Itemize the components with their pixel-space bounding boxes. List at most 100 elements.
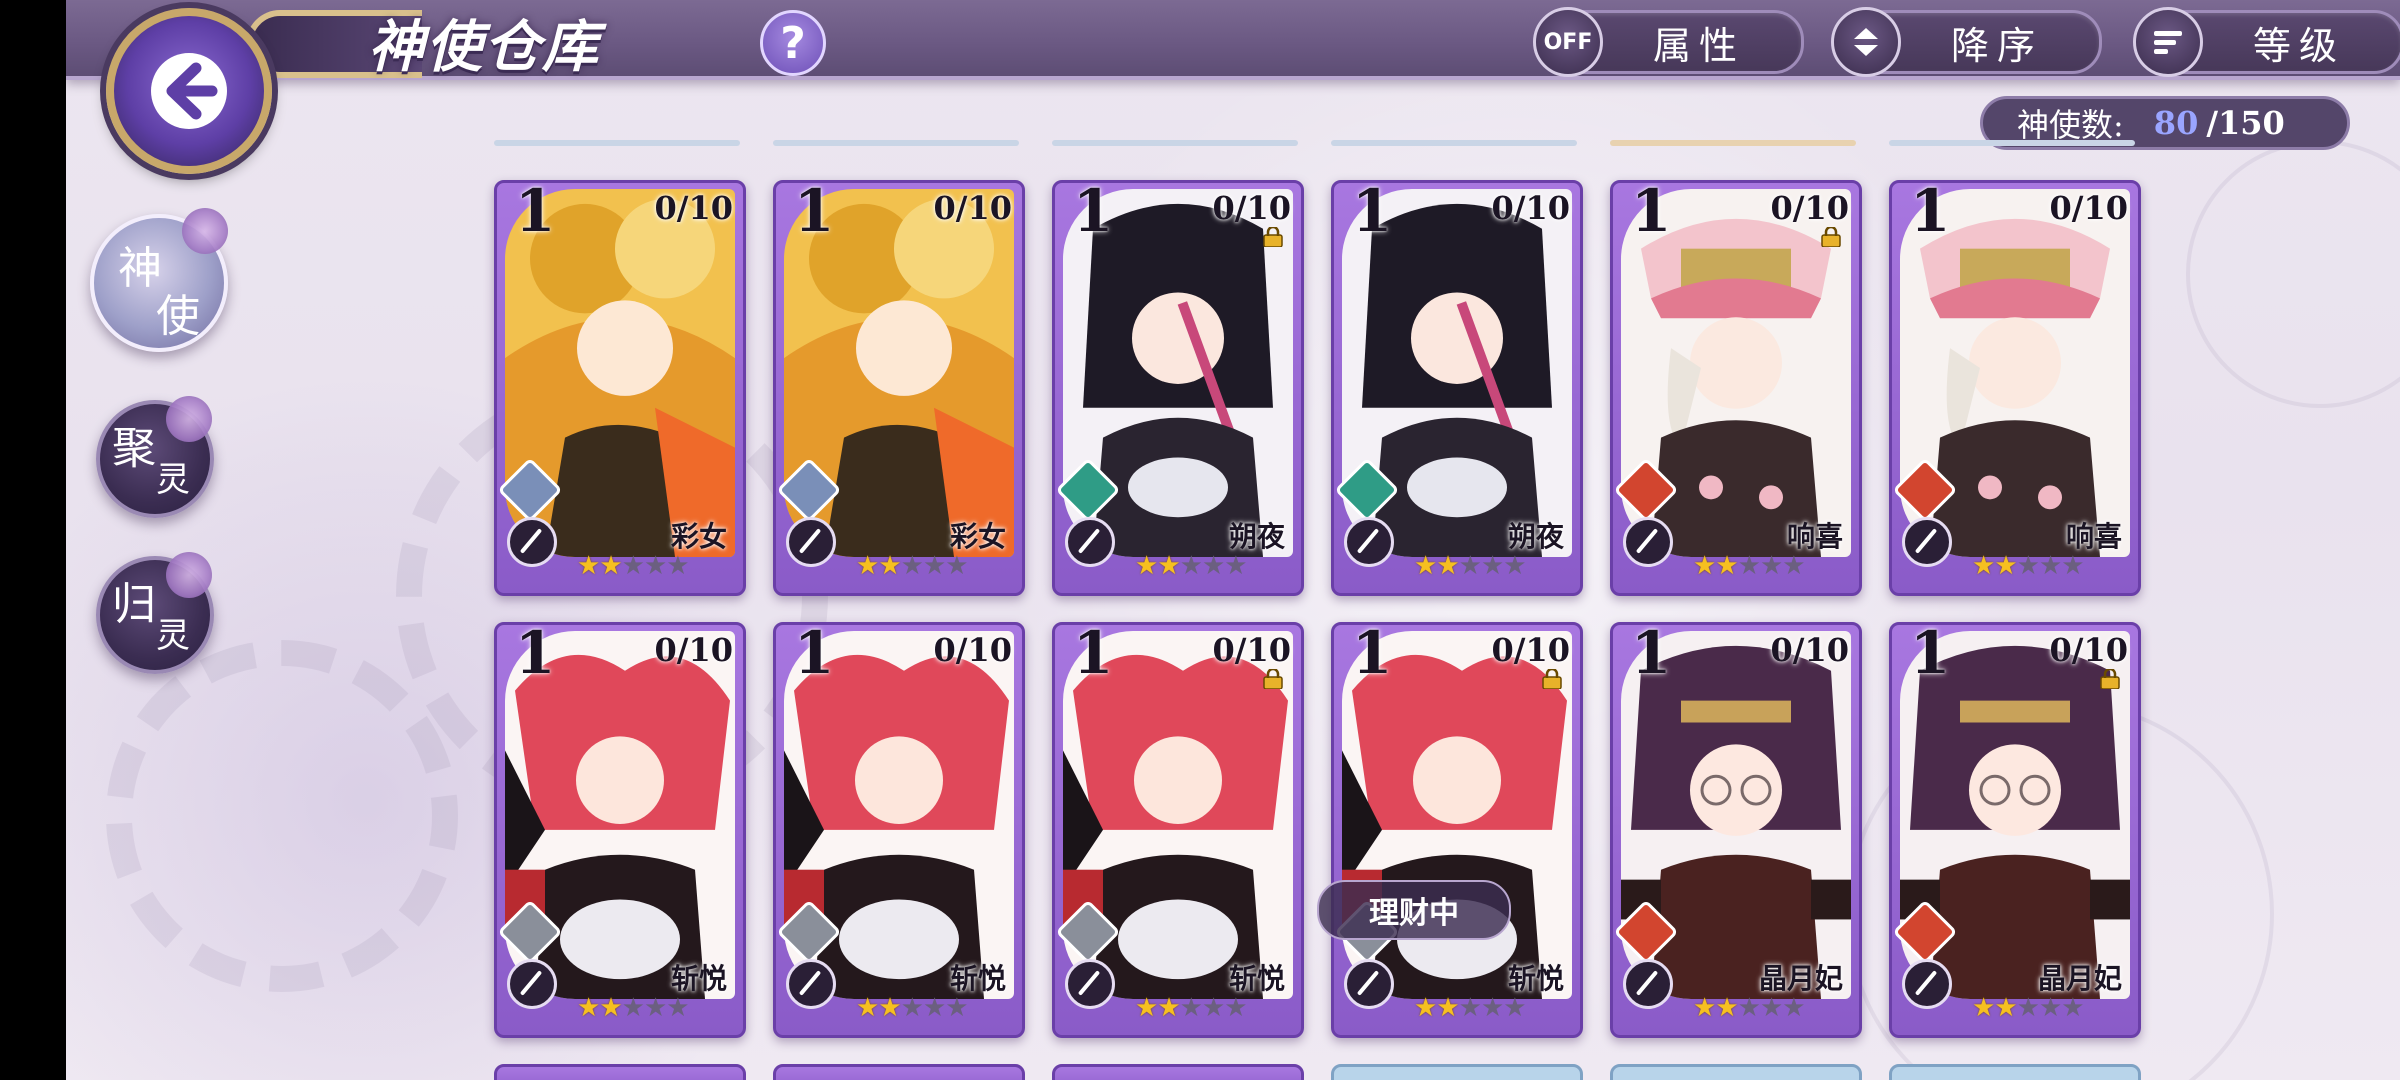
card-next-row-peek (1889, 1064, 2141, 1080)
back-arrow-icon (151, 53, 227, 129)
star-icon: ★ (1458, 551, 1482, 581)
nav-tab-char-2: 灵 (156, 460, 190, 500)
nav-tab-units[interactable]: 神 使 (90, 208, 228, 352)
column-hint-bar (1889, 140, 2135, 146)
card-star-rating: ★★★★★ (1414, 551, 1527, 581)
card-next-row-peek (773, 1064, 1025, 1080)
card-level: 1 (794, 622, 835, 687)
toggle-off-icon: OFF (1533, 7, 1603, 77)
star-icon: ★ (1179, 993, 1203, 1023)
star-icon: ★ (1994, 551, 2017, 581)
attribute-filter-label: 属性 (1652, 23, 1745, 68)
star-icon: ★ (1414, 993, 1437, 1023)
card-character-name: 斩悦 (1507, 962, 1564, 995)
nav-tab-return[interactable]: 归 灵 (96, 552, 214, 674)
card-level: 1 (1352, 180, 1393, 245)
star-icon: ★ (1480, 551, 1504, 581)
sort-key-button[interactable]: 等级 (2133, 7, 2400, 77)
star-icon: ★ (1715, 551, 1738, 581)
unit-count-current: 80 (2153, 104, 2199, 142)
unit-card[interactable]: 1 0/10 彩女 ★★★★★ (773, 180, 1025, 596)
nav-tab-char-1: 归 (112, 579, 156, 630)
sort-arrows-icon (1831, 7, 1901, 77)
help-icon: ? (780, 17, 806, 69)
card-star-rating: ★★★★★ (1693, 551, 1806, 581)
star-icon: ★ (1157, 551, 1180, 581)
card-next-row-peek (494, 1064, 746, 1080)
lock-icon (1263, 669, 1283, 689)
star-icon: ★ (878, 993, 901, 1023)
column-hint-bar (1610, 140, 1856, 146)
star-icon: ★ (1737, 993, 1761, 1023)
star-icon: ★ (1503, 551, 1526, 581)
list-sort-icon (2133, 7, 2203, 77)
star-icon: ★ (577, 993, 600, 1023)
weapon-type-icon (1065, 959, 1115, 1009)
card-fragments: 0/10 (933, 189, 1012, 227)
star-icon: ★ (621, 993, 645, 1023)
unit-card[interactable]: 1 0/10 斩悦 ★★★★★ (1052, 622, 1304, 1038)
bg-ring-decoration (2186, 140, 2400, 408)
star-icon: ★ (666, 993, 689, 1023)
star-icon: ★ (1693, 993, 1716, 1023)
star-icon: ★ (621, 551, 645, 581)
star-icon: ★ (1994, 993, 2017, 1023)
star-icon: ★ (922, 993, 946, 1023)
card-star-rating: ★★★★★ (1135, 993, 1248, 1023)
unit-card[interactable]: 1 0/10 响喜 ★★★★★ (1610, 180, 1862, 596)
card-fragments: 0/10 (1212, 631, 1291, 669)
card-fragments: 0/10 (2049, 631, 2128, 669)
star-icon: ★ (666, 551, 689, 581)
help-button[interactable]: ? (760, 10, 826, 76)
unit-card[interactable]: 1 0/10 斩悦 ★★★★★ (773, 622, 1025, 1038)
card-star-rating: ★★★★★ (856, 993, 969, 1023)
card-level: 1 (1631, 180, 1672, 245)
sort-order-label: 降序 (1950, 23, 2043, 68)
warehouse-screen: 神使仓库 ? OFF 属性 降序 等级 神使数: 80 /150 神 使 聚 灵… (66, 0, 2400, 1080)
star-icon: ★ (1782, 993, 1805, 1023)
weapon-type-icon (1623, 959, 1673, 1009)
unit-card[interactable]: 1 0/10 斩悦 ★★★★★ (494, 622, 746, 1038)
star-icon: ★ (1759, 551, 1783, 581)
unit-card[interactable]: 1 0/10 朔夜 ★★★★★ (1052, 180, 1304, 596)
weapon-type-icon (1065, 517, 1115, 567)
star-icon: ★ (643, 993, 667, 1023)
card-fragments: 0/10 (1770, 631, 1849, 669)
star-icon: ★ (2016, 551, 2040, 581)
star-icon: ★ (922, 551, 946, 581)
star-icon: ★ (1135, 551, 1158, 581)
unit-card[interactable]: 1 0/10 斩悦 ★★★★★ (1331, 622, 1583, 1038)
weapon-type-icon (1902, 517, 1952, 567)
weapon-type-icon (1344, 959, 1394, 1009)
lock-icon (2100, 669, 2120, 689)
star-icon: ★ (2061, 551, 2084, 581)
star-icon: ★ (856, 993, 879, 1023)
attribute-filter-button[interactable]: OFF 属性 (1533, 7, 1804, 77)
card-character-name: 响喜 (1786, 520, 1843, 553)
unit-card[interactable]: 1 0/10 彩女 ★★★★★ (494, 180, 746, 596)
card-star-rating: ★★★★★ (1135, 551, 1248, 581)
star-icon: ★ (1972, 993, 1995, 1023)
nav-tab-gather[interactable]: 聚 灵 (96, 396, 214, 518)
star-icon: ★ (1972, 551, 1995, 581)
star-icon: ★ (643, 551, 667, 581)
star-icon: ★ (1224, 993, 1247, 1023)
star-icon: ★ (1201, 551, 1225, 581)
star-icon: ★ (1414, 551, 1437, 581)
unit-card[interactable]: 1 0/10 晶月妃 ★★★★★ (1889, 622, 2141, 1038)
unit-card[interactable]: 1 0/10 响喜 ★★★★★ (1889, 180, 2141, 596)
back-button[interactable] (106, 8, 272, 174)
weapon-type-icon (1902, 959, 1952, 1009)
weapon-type-icon (786, 517, 836, 567)
star-icon: ★ (1436, 993, 1459, 1023)
column-hint-bar (773, 140, 1019, 146)
star-icon: ★ (1693, 551, 1716, 581)
star-icon: ★ (2038, 551, 2062, 581)
sort-order-button[interactable]: 降序 (1831, 7, 2102, 77)
unit-card[interactable]: 1 0/10 晶月妃 ★★★★★ (1610, 622, 1862, 1038)
card-level: 1 (1073, 180, 1114, 245)
card-status-badge: 理财中 (1317, 880, 1511, 940)
unit-card[interactable]: 1 0/10 朔夜 ★★★★★ (1331, 180, 1583, 596)
card-fragments: 0/10 (933, 631, 1012, 669)
star-icon: ★ (1480, 993, 1504, 1023)
